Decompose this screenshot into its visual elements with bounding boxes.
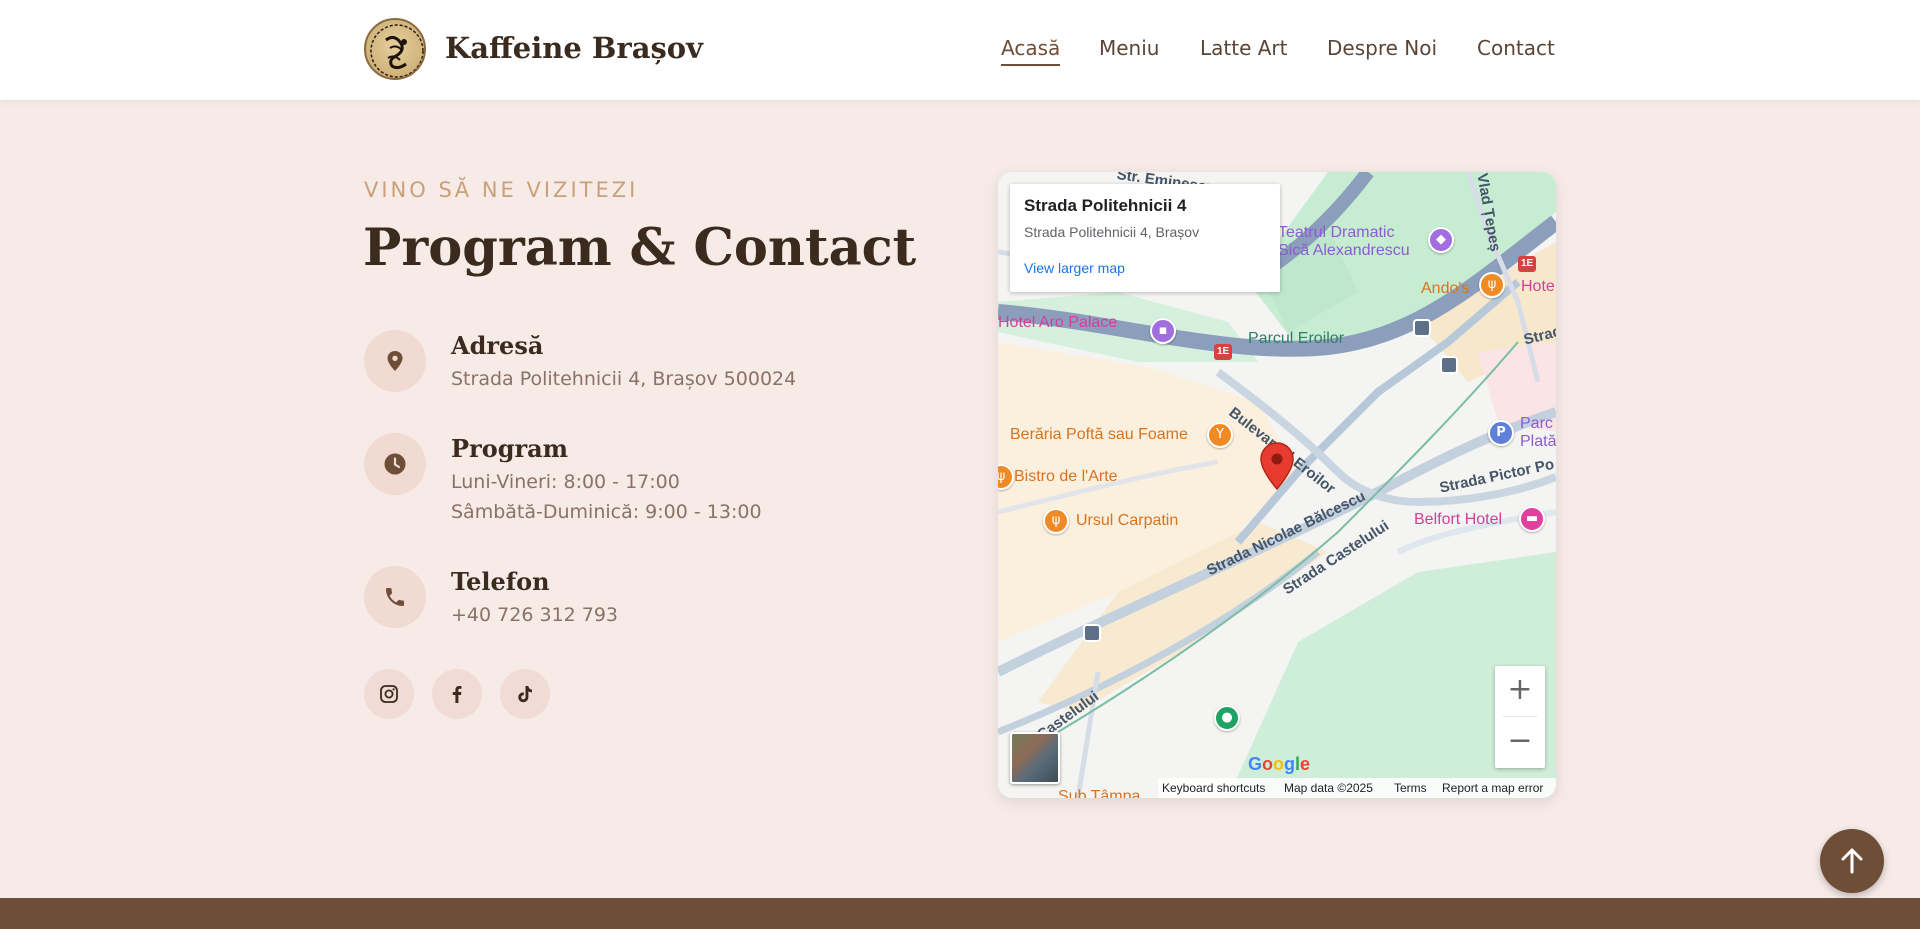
hours-icon-badge: [364, 433, 426, 495]
restaurant-poi-ursul[interactable]: ψ: [1043, 508, 1069, 534]
terms-link[interactable]: Terms: [1394, 781, 1427, 795]
map-label: Sică Alexandrescu: [1278, 242, 1410, 259]
map-label: Bistro de l'Arte: [1014, 468, 1118, 485]
section-title: Program & Contact: [363, 218, 917, 278]
zoom-out-button[interactable]: −: [1495, 717, 1545, 767]
nav-menu[interactable]: Meniu: [1099, 36, 1159, 60]
map-label: Ando's: [1421, 280, 1470, 297]
bus-stop-icon[interactable]: [1413, 319, 1431, 337]
hotel-poi-aro[interactable]: ▪: [1150, 318, 1176, 344]
address-text: Strada Politehnicii 4, Brașov 500024: [451, 368, 797, 390]
map-marker-icon[interactable]: [1260, 442, 1294, 490]
tiktok-link[interactable]: [500, 669, 550, 719]
map-data-text: Map data ©2025: [1284, 781, 1373, 795]
map-place-card: Strada Politehnicii 4 Strada Politehnici…: [1010, 184, 1280, 292]
keyboard-shortcuts-link[interactable]: Keyboard shortcuts: [1162, 781, 1265, 795]
map-label: Hotel Aro Palace: [998, 314, 1118, 331]
restaurant-poi-andos[interactable]: ψ: [1479, 272, 1505, 298]
clock-icon: [384, 453, 406, 475]
route-badge: 1E: [1214, 344, 1233, 360]
theatre-poi[interactable]: ◆: [1428, 227, 1454, 253]
zoom-in-button[interactable]: +: [1495, 666, 1545, 716]
nav-latte-art[interactable]: Latte Art: [1200, 36, 1288, 60]
bus-stop-icon[interactable]: [1083, 624, 1101, 642]
phone-icon: [386, 588, 404, 606]
facebook-link[interactable]: [432, 669, 482, 719]
map-label: Ursul Carpatin: [1076, 512, 1179, 529]
parking-poi[interactable]: P: [1488, 420, 1514, 446]
park-poi[interactable]: ●: [1214, 705, 1240, 731]
map-label: Plată: [1520, 433, 1556, 450]
map-attribution-bar: Keyboard shortcuts Map data ©2025 Terms …: [1158, 778, 1556, 798]
satellite-layer-toggle[interactable]: [1010, 732, 1060, 784]
map-place-address: Strada Politehnicii 4, Brașov: [1024, 224, 1200, 240]
map-label: Teatrul Dramatic: [1278, 224, 1395, 241]
site-header: Kaffeine Brașov Acasă Meniu Latte Art De…: [0, 0, 1920, 100]
map-label: Belfort Hotel: [1414, 511, 1503, 528]
route-badge: 1E: [1518, 256, 1537, 272]
footer-strip: [0, 898, 1920, 929]
location-pin-icon: [387, 351, 403, 371]
address-icon-badge: [364, 330, 426, 392]
phone-number[interactable]: +40 726 312 793: [451, 604, 618, 626]
phone-heading: Telefon: [451, 567, 550, 596]
section-eyebrow: VINO SĂ NE VIZITEZI: [364, 178, 639, 202]
tiktok-icon: [518, 686, 532, 703]
google-logo: Google: [1248, 754, 1311, 774]
nav-home[interactable]: Acasă: [1001, 36, 1061, 66]
instagram-icon: [380, 685, 398, 703]
arrow-up-icon: [1841, 848, 1863, 874]
report-map-error-link[interactable]: Report a map error: [1442, 781, 1543, 795]
google-map[interactable]: ◆ ψ ▪ Y ψ ψ P ▬ ● 1E 1E Teatrul Dramatic…: [998, 172, 1556, 798]
map-place-title: Strada Politehnicii 4: [1024, 196, 1187, 215]
view-larger-map-link[interactable]: View larger map: [1024, 260, 1125, 276]
map-label: Sub Tâmpa: [1058, 788, 1141, 798]
main-nav: Acasă Meniu Latte Art Despre Noi Contact: [0, 36, 1920, 70]
hours-weekdays: Luni-Vineri: 8:00 - 17:00: [451, 471, 680, 493]
back-to-top-button[interactable]: [1820, 829, 1884, 893]
address-heading: Adresă: [451, 331, 544, 360]
nav-about[interactable]: Despre Noi: [1327, 36, 1437, 60]
hours-heading: Program: [451, 434, 569, 463]
nav-contact[interactable]: Contact: [1477, 36, 1555, 60]
bus-stop-icon[interactable]: [1440, 356, 1458, 374]
instagram-link[interactable]: [364, 669, 414, 719]
facebook-icon: [452, 686, 462, 703]
map-label: Hote: [1521, 278, 1555, 295]
hotel-poi-belfort[interactable]: ▬: [1519, 506, 1545, 532]
bar-poi-beraria[interactable]: Y: [1207, 422, 1233, 448]
map-label: Parcul Eroilor: [1248, 330, 1345, 347]
map-label: Berăria Poftă sau Foame: [1010, 426, 1188, 443]
hours-weekend: Sâmbătă-Duminică: 9:00 - 13:00: [451, 501, 762, 523]
map-label: Parc: [1520, 415, 1553, 432]
phone-icon-badge: [364, 566, 426, 628]
map-zoom-control: + −: [1495, 666, 1545, 768]
